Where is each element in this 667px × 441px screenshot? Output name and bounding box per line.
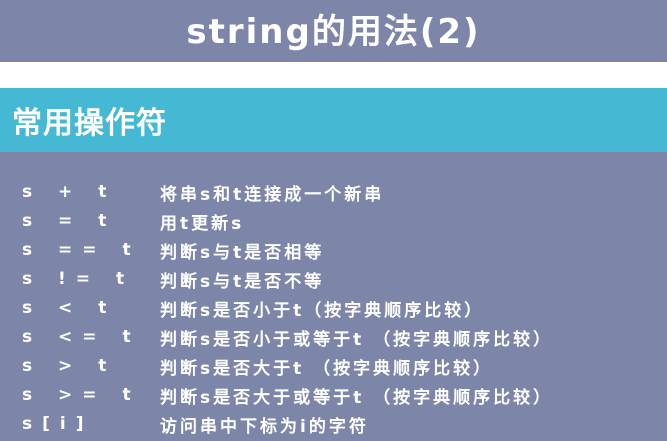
operator: s > t: [22, 356, 117, 376]
operator-description: 将串s和t连接成一个新串: [160, 184, 385, 205]
operator: s + t: [22, 182, 117, 202]
operator: s[i]: [22, 414, 94, 434]
list-item: s == t 判断s与t是否相等: [0, 236, 667, 264]
operator-description: 判断s与t是否不等: [160, 271, 325, 292]
list-item: s < t 判断s是否小于t（按字典顺序比较）: [0, 294, 667, 322]
operator-description: 判断s是否大于或等于t （按字典顺序比较）: [160, 387, 554, 408]
operator-description: 判断s与t是否相等: [160, 242, 325, 263]
operator-description: 访问串中下标为i的字符: [160, 416, 369, 437]
operator-description: 判断s是否小于或等于t （按字典顺序比较）: [160, 329, 554, 350]
title-bar: string的用法(2): [0, 0, 667, 62]
list-item: s <= t 判断s是否小于或等于t （按字典顺序比较）: [0, 323, 667, 351]
list-item: s >= t 判断s是否大于或等于t （按字典顺序比较）: [0, 381, 667, 409]
operator: s = t: [22, 211, 117, 231]
operator-list: s + t 将串s和t连接成一个新串 s = t 用t更新s s == t 判断…: [0, 152, 667, 441]
operator: s < t: [22, 298, 117, 318]
operator: s == t: [22, 240, 141, 260]
list-item: s = t 用t更新s: [0, 207, 667, 235]
list-item: s != t 判断s与t是否不等: [0, 265, 667, 293]
divider-band: [0, 62, 667, 88]
section-title: 常用操作符: [12, 106, 167, 141]
list-item: s + t 将串s和t连接成一个新串: [0, 178, 667, 206]
operator-description: 判断s是否大于t （按字典顺序比较）: [160, 358, 494, 379]
section-header: 常用操作符: [0, 88, 667, 152]
operator: s <= t: [22, 327, 141, 347]
list-item: s[i] 访问串中下标为i的字符: [0, 410, 667, 438]
operator: s >= t: [22, 385, 141, 405]
operator: s != t: [22, 269, 135, 289]
operator-description: 判断s是否小于t（按字典顺序比较）: [160, 300, 485, 321]
list-item: s > t 判断s是否大于t （按字典顺序比较）: [0, 352, 667, 380]
page-title: string的用法(2): [186, 11, 481, 52]
operator-description: 用t更新s: [160, 213, 245, 234]
